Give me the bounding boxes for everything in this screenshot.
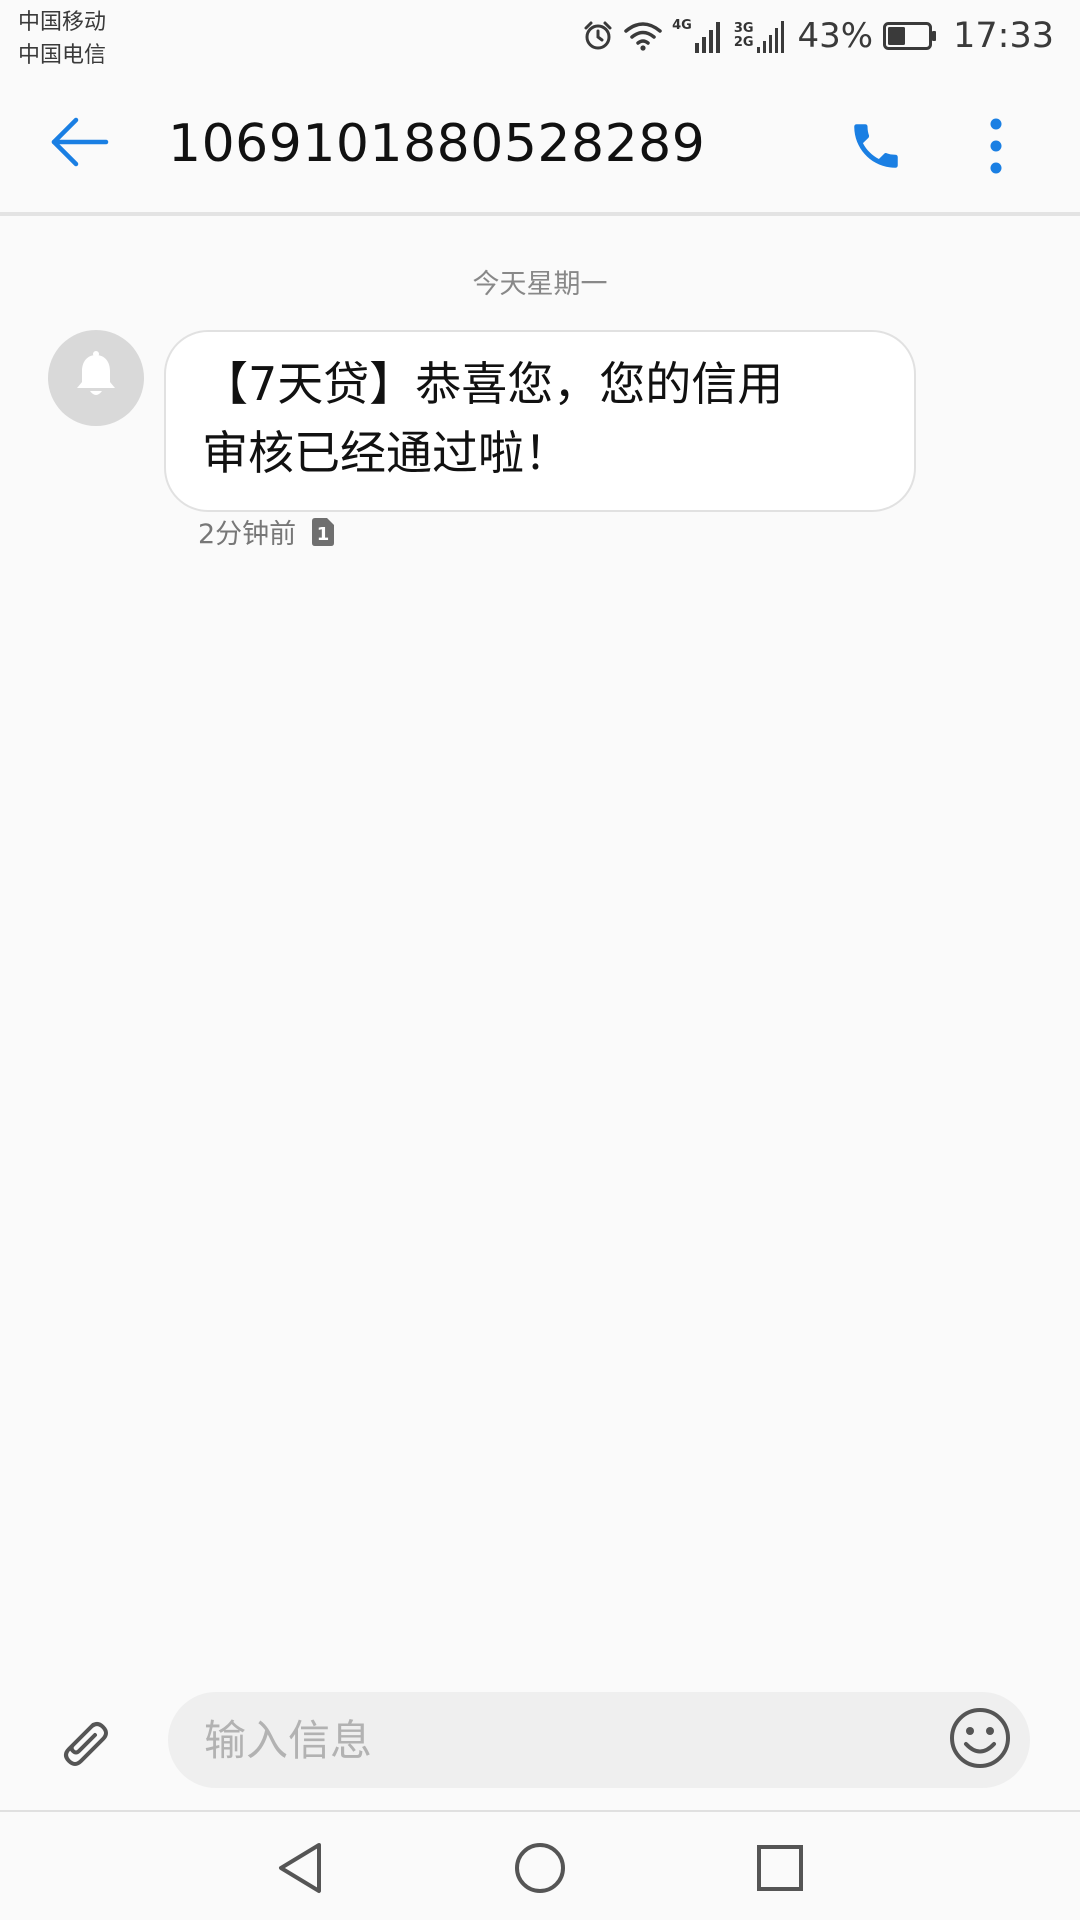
nav-back-button[interactable]	[266, 1836, 334, 1904]
message-input[interactable]	[204, 1692, 904, 1788]
status-bar: 中国移动 中国电信 4G 3G 2G 43% 17:33	[0, 0, 1080, 80]
home-circle-icon	[513, 1841, 567, 1899]
message-text-line-1: 【7天贷】恭喜您，您的信用	[202, 357, 784, 411]
signal-1-group: 4G	[672, 19, 724, 53]
status-time: 17:33	[953, 16, 1054, 56]
battery-percent: 43%	[797, 16, 874, 56]
network-type-2-bottom: 2G	[733, 35, 754, 50]
wifi-icon	[624, 21, 662, 51]
sim-card-icon: 1	[312, 517, 335, 546]
carrier-1: 中国移动	[18, 10, 107, 35]
more-options-button[interactable]	[968, 110, 1024, 186]
back-button[interactable]	[40, 108, 120, 180]
network-type-2: 3G 2G	[734, 22, 754, 50]
emoji-button[interactable]	[946, 1706, 1014, 1774]
more-vertical-icon	[989, 117, 1003, 179]
message-meta: 2分钟前 1	[198, 512, 335, 551]
battery-icon	[883, 22, 937, 50]
phone-icon	[847, 117, 905, 179]
paperclip-icon	[55, 1713, 113, 1775]
sim-number: 1	[317, 524, 330, 545]
system-navigation-bar	[0, 1810, 1080, 1920]
signal-bars-1-icon	[694, 22, 720, 53]
call-button[interactable]	[838, 110, 914, 186]
message-bubble[interactable]: 【7天贷】恭喜您，您的信用 审核已经通过啦！	[164, 330, 916, 512]
carrier-2: 中国电信	[18, 43, 107, 68]
status-icons: 4G 3G 2G 43% 17:33	[582, 12, 1054, 60]
network-type-1: 4G	[672, 18, 692, 33]
contact-title: 1069101880528289	[168, 114, 706, 174]
bell-icon	[73, 351, 119, 405]
conversation-header: 1069101880528289	[0, 80, 1080, 216]
compose-box	[168, 1692, 1030, 1788]
avatar[interactable]	[48, 330, 144, 426]
back-arrow-icon	[50, 116, 110, 172]
message-text-line-2: 审核已经通过啦！	[202, 426, 570, 480]
back-triangle-icon	[275, 1841, 325, 1899]
signal-2-group: 3G 2G	[734, 19, 788, 53]
signal-bars-2-icon	[756, 21, 784, 53]
attach-button[interactable]	[52, 1712, 116, 1776]
emoji-icon	[949, 1707, 1011, 1773]
network-type-2-top: 3G	[733, 21, 754, 36]
sms-conversation-screen: 中国移动 中国电信 4G 3G 2G 43% 17:33 10691018805…	[0, 0, 1080, 1920]
carrier-names: 中国移动 中国电信	[18, 6, 106, 72]
message-time: 2分钟前	[198, 519, 297, 550]
date-divider: 今天星期一	[472, 269, 608, 300]
nav-home-button[interactable]	[506, 1836, 574, 1904]
recents-square-icon	[755, 1843, 805, 1897]
alarm-icon	[582, 20, 614, 52]
nav-recents-button[interactable]	[746, 1836, 814, 1904]
